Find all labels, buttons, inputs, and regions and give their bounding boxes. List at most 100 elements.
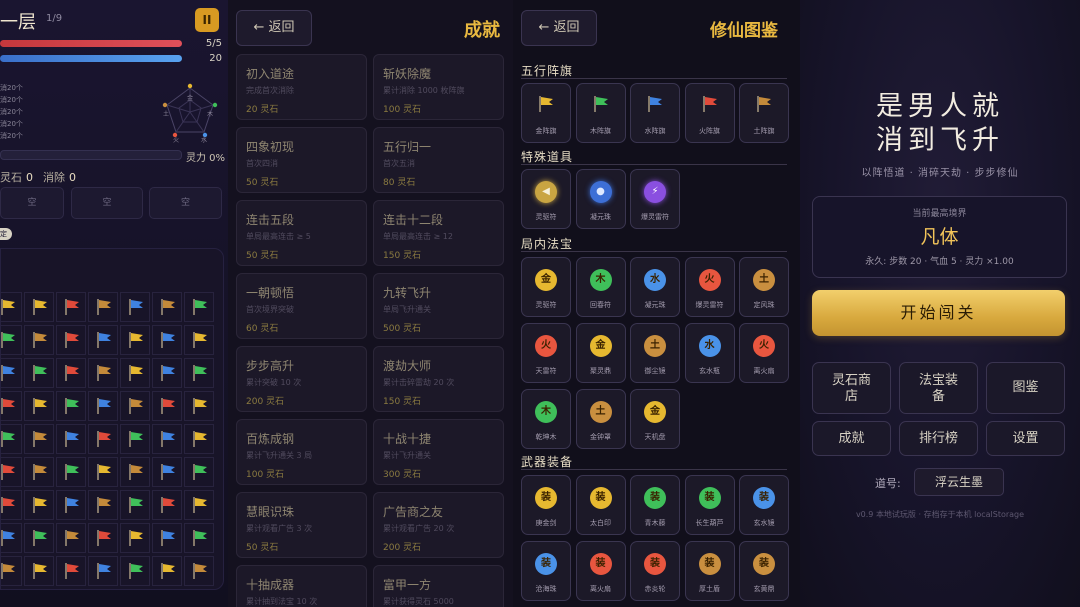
achievement-card[interactable]: 广告商之友 累计观看广告 20 次 200 灵石 — [373, 492, 504, 558]
board-cell[interactable] — [152, 391, 182, 421]
codex-item[interactable]: 土御尘镜 — [630, 323, 680, 383]
board-cell[interactable] — [0, 325, 22, 355]
board-cell[interactable] — [184, 358, 214, 388]
board-cell[interactable] — [184, 523, 214, 553]
codex-item[interactable]: 土金钟罩 — [575, 389, 626, 449]
board-cell[interactable] — [24, 523, 54, 553]
board-cell[interactable] — [88, 424, 118, 454]
board-cell[interactable] — [56, 556, 86, 586]
board-cell[interactable] — [0, 556, 22, 586]
codex-item[interactable]: 装沧海珠 — [521, 541, 571, 601]
codex-item[interactable]: 木乾坤木 — [521, 389, 571, 449]
board-cell[interactable] — [88, 358, 118, 388]
codex-item[interactable]: 金聚灵鼎 — [575, 323, 626, 383]
achievement-card[interactable]: 十战十捷 累计飞升通关 300 灵石 — [373, 419, 504, 485]
board-cell[interactable] — [152, 490, 182, 520]
board-cell[interactable] — [184, 424, 214, 454]
board-cell[interactable] — [56, 292, 86, 322]
treasure-slot[interactable]: 空 — [71, 187, 143, 219]
board-cell[interactable] — [120, 358, 150, 388]
achievement-card[interactable]: 百炼成钢 累计飞升通关 3 局 100 灵石 — [236, 419, 367, 485]
codex-item[interactable]: 装离火扇 — [575, 541, 626, 601]
codex-item[interactable]: 装长生葫芦 — [684, 475, 735, 535]
board-cell[interactable] — [24, 292, 54, 322]
codex-item[interactable]: 装青木藤 — [630, 475, 680, 535]
board-cell[interactable] — [0, 292, 22, 322]
codex-item[interactable]: 金阵旗 — [521, 83, 571, 143]
shop-button[interactable]: 灵石商店 — [812, 362, 891, 414]
achievement-card[interactable]: 十抽成器 累计抽到法宝 10 次 — [236, 565, 367, 607]
board-cell[interactable] — [56, 457, 86, 487]
board-cell[interactable] — [88, 391, 118, 421]
equipment-button[interactable]: 法宝装备 — [899, 362, 978, 414]
board-cell[interactable] — [0, 490, 22, 520]
board-cell[interactable] — [120, 391, 150, 421]
board-cell[interactable] — [24, 556, 54, 586]
board-cell[interactable] — [152, 523, 182, 553]
board-cell[interactable] — [56, 358, 86, 388]
back-button[interactable]: ← 返回 — [521, 10, 597, 46]
achievement-card[interactable]: 步步高升 累计突破 10 次 200 灵石 — [236, 346, 367, 412]
achievement-card[interactable]: 连击十二段 单局最高连击 ≥ 12 150 灵石 — [373, 200, 504, 266]
board-cell[interactable] — [0, 457, 22, 487]
board-cell[interactable] — [120, 457, 150, 487]
start-button[interactable]: 开始闯关 — [812, 290, 1065, 336]
treasure-slot[interactable]: 空 — [0, 187, 64, 219]
codex-item[interactable]: ● 凝元珠 — [575, 169, 626, 229]
codex-item[interactable]: 装玄黄鼎 — [739, 541, 789, 601]
board-cell[interactable] — [56, 391, 86, 421]
achievement-card[interactable]: 富甲一方 累计获得灵石 5000 — [373, 565, 504, 607]
achievement-card[interactable]: 九转飞升 单局飞升通关 500 灵石 — [373, 273, 504, 339]
board-cell[interactable] — [152, 325, 182, 355]
codex-item[interactable]: 火爆灵雷符 — [684, 257, 735, 317]
codex-item[interactable]: 水玄水瓶 — [684, 323, 735, 383]
codex-item[interactable]: 水凝元珠 — [630, 257, 680, 317]
board-cell[interactable] — [0, 391, 22, 421]
codex-item[interactable]: 金天机盘 — [630, 389, 680, 449]
codex-item[interactable]: 水阵旗 — [630, 83, 680, 143]
board-cell[interactable] — [152, 358, 182, 388]
codex-item[interactable]: 金灵驱符 — [521, 257, 571, 317]
board-cell[interactable] — [56, 424, 86, 454]
board-cell[interactable] — [88, 292, 118, 322]
codex-button[interactable]: 图鉴 — [986, 362, 1065, 414]
leaderboard-button[interactable]: 排行榜 — [899, 421, 978, 456]
board-cell[interactable] — [184, 391, 214, 421]
board-cell[interactable] — [88, 325, 118, 355]
board-cell[interactable] — [120, 556, 150, 586]
board-cell[interactable] — [152, 556, 182, 586]
board-cell[interactable] — [0, 358, 22, 388]
achievement-card[interactable]: 连击五段 单局最高连击 ≥ 5 50 灵石 — [236, 200, 367, 266]
board-cell[interactable] — [184, 292, 214, 322]
achievement-card[interactable]: 慧眼识珠 累计观看广告 3 次 50 灵石 — [236, 492, 367, 558]
dao-name-field[interactable]: 浮云生墨 — [914, 468, 1004, 496]
board-cell[interactable] — [88, 490, 118, 520]
settings-button[interactable]: 设置 — [986, 421, 1065, 456]
board-cell[interactable] — [24, 490, 54, 520]
lock-badge[interactable]: 定 — [0, 228, 12, 240]
board-cell[interactable] — [56, 523, 86, 553]
board-cell[interactable] — [24, 391, 54, 421]
codex-item[interactable]: 装玄水镜 — [739, 475, 789, 535]
codex-item[interactable]: 装厚土盾 — [684, 541, 735, 601]
codex-item[interactable]: 木阵旗 — [575, 83, 626, 143]
achievements-button[interactable]: 成就 — [812, 421, 891, 456]
achievement-card[interactable]: 斩妖除魔 累计消除 1000 枚阵旗 100 灵石 — [373, 54, 504, 120]
board-cell[interactable] — [184, 457, 214, 487]
board-cell[interactable] — [184, 325, 214, 355]
treasure-slot[interactable]: 空 — [149, 187, 222, 219]
board-cell[interactable] — [184, 556, 214, 586]
board-cell[interactable] — [0, 523, 22, 553]
achievement-card[interactable]: 渡劫大师 累计击碎雷劫 20 次 150 灵石 — [373, 346, 504, 412]
board-cell[interactable] — [120, 523, 150, 553]
codex-item[interactable]: 装庚金剑 — [521, 475, 571, 535]
board-cell[interactable] — [120, 424, 150, 454]
codex-item[interactable]: 装赤炎轮 — [630, 541, 680, 601]
board-cell[interactable] — [152, 292, 182, 322]
board-cell[interactable] — [0, 424, 22, 454]
board-cell[interactable] — [120, 490, 150, 520]
codex-item[interactable]: 火离火扇 — [739, 323, 789, 383]
board-cell[interactable] — [184, 490, 214, 520]
board-cell[interactable] — [152, 424, 182, 454]
codex-item[interactable]: 木回春符 — [575, 257, 626, 317]
